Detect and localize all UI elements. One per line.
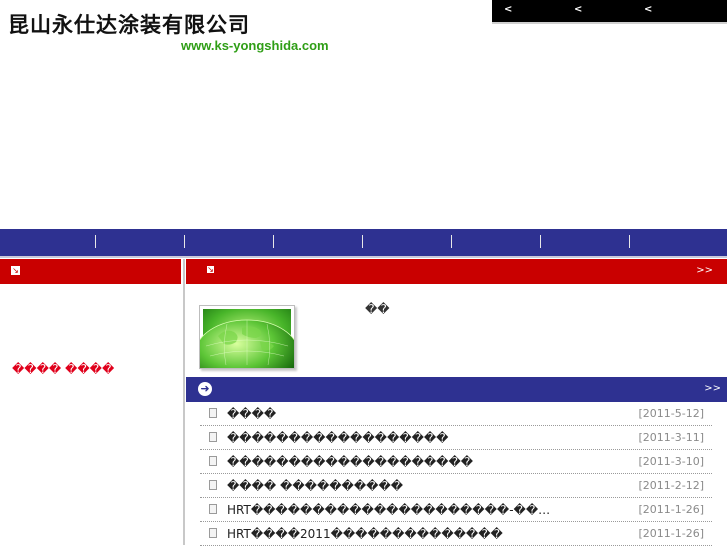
list-item: HRT���������������������-����20... [2011… xyxy=(200,498,712,522)
news-date: [2011-2-12] xyxy=(638,479,704,492)
nav-item-3[interactable] xyxy=(185,229,273,256)
news-panel-header: ➜ >> xyxy=(186,377,727,402)
intro-panel-header: ↘ >> xyxy=(186,259,727,284)
nav-item-6[interactable] xyxy=(452,229,540,256)
news-date: [2011-3-10] xyxy=(638,455,704,468)
nav-item-5[interactable] xyxy=(363,229,451,256)
nav-item-8[interactable] xyxy=(630,229,727,256)
left-panel-link[interactable]: ���� ���� xyxy=(12,362,114,376)
top-link-2[interactable]: < xyxy=(574,4,582,15)
news-title[interactable]: ���� ���������� xyxy=(227,479,557,493)
document-icon xyxy=(209,432,217,442)
document-icon xyxy=(209,528,217,538)
document-icon xyxy=(209,408,217,418)
corner-arrow-icon: ↘ xyxy=(207,265,214,274)
document-icon xyxy=(209,480,217,490)
news-title[interactable]: HRT���������������������-����20... xyxy=(227,503,557,517)
arrow-circle-icon: ➜ xyxy=(198,382,212,396)
column-divider xyxy=(183,259,185,545)
news-date: [2011-1-26] xyxy=(638,527,704,540)
document-icon xyxy=(209,456,217,466)
main-nav-bar xyxy=(0,229,727,258)
website-url: www.ks-yongshida.com xyxy=(181,38,329,53)
news-list: ���� [2011-5-12] ������������������ [201… xyxy=(200,402,712,546)
news-title[interactable]: HRT����2011�������������� xyxy=(227,527,557,541)
nav-item-7[interactable] xyxy=(541,229,629,256)
news-date: [2011-1-26] xyxy=(638,503,704,516)
left-panel-header: ↘ xyxy=(0,259,181,284)
nav-item-1[interactable] xyxy=(0,229,95,256)
list-item: HRT����2011�������������� [2011-1-26] xyxy=(200,522,712,546)
news-title[interactable]: ������������������ xyxy=(227,431,557,445)
news-more-link[interactable]: >> xyxy=(704,383,721,394)
intro-text: �� xyxy=(365,302,390,316)
globe-icon xyxy=(194,309,300,389)
list-item: ���� [2011-5-12] xyxy=(200,402,712,426)
news-title[interactable]: ���� xyxy=(227,407,557,421)
news-date: [2011-3-11] xyxy=(638,431,704,444)
top-links-bar: < < < xyxy=(492,0,727,24)
news-date: [2011-5-12] xyxy=(638,407,704,420)
top-link-1[interactable]: < xyxy=(504,4,512,15)
list-item: ���� ���������� [2011-2-12] xyxy=(200,474,712,498)
company-logo-text: 昆山永仕达涂装有限公司 xyxy=(8,13,250,37)
news-title[interactable]: �������������������� xyxy=(227,455,557,469)
list-item: �������������������� [2011-3-10] xyxy=(200,450,712,474)
corner-arrow-icon: ↘ xyxy=(11,266,20,275)
globe-image xyxy=(194,305,300,389)
nav-item-2[interactable] xyxy=(96,229,184,256)
document-icon xyxy=(209,504,217,514)
top-link-3[interactable]: < xyxy=(644,4,652,15)
list-item: ������������������ [2011-3-11] xyxy=(200,426,712,450)
nav-item-4[interactable] xyxy=(274,229,362,256)
intro-more-link[interactable]: >> xyxy=(696,265,713,276)
